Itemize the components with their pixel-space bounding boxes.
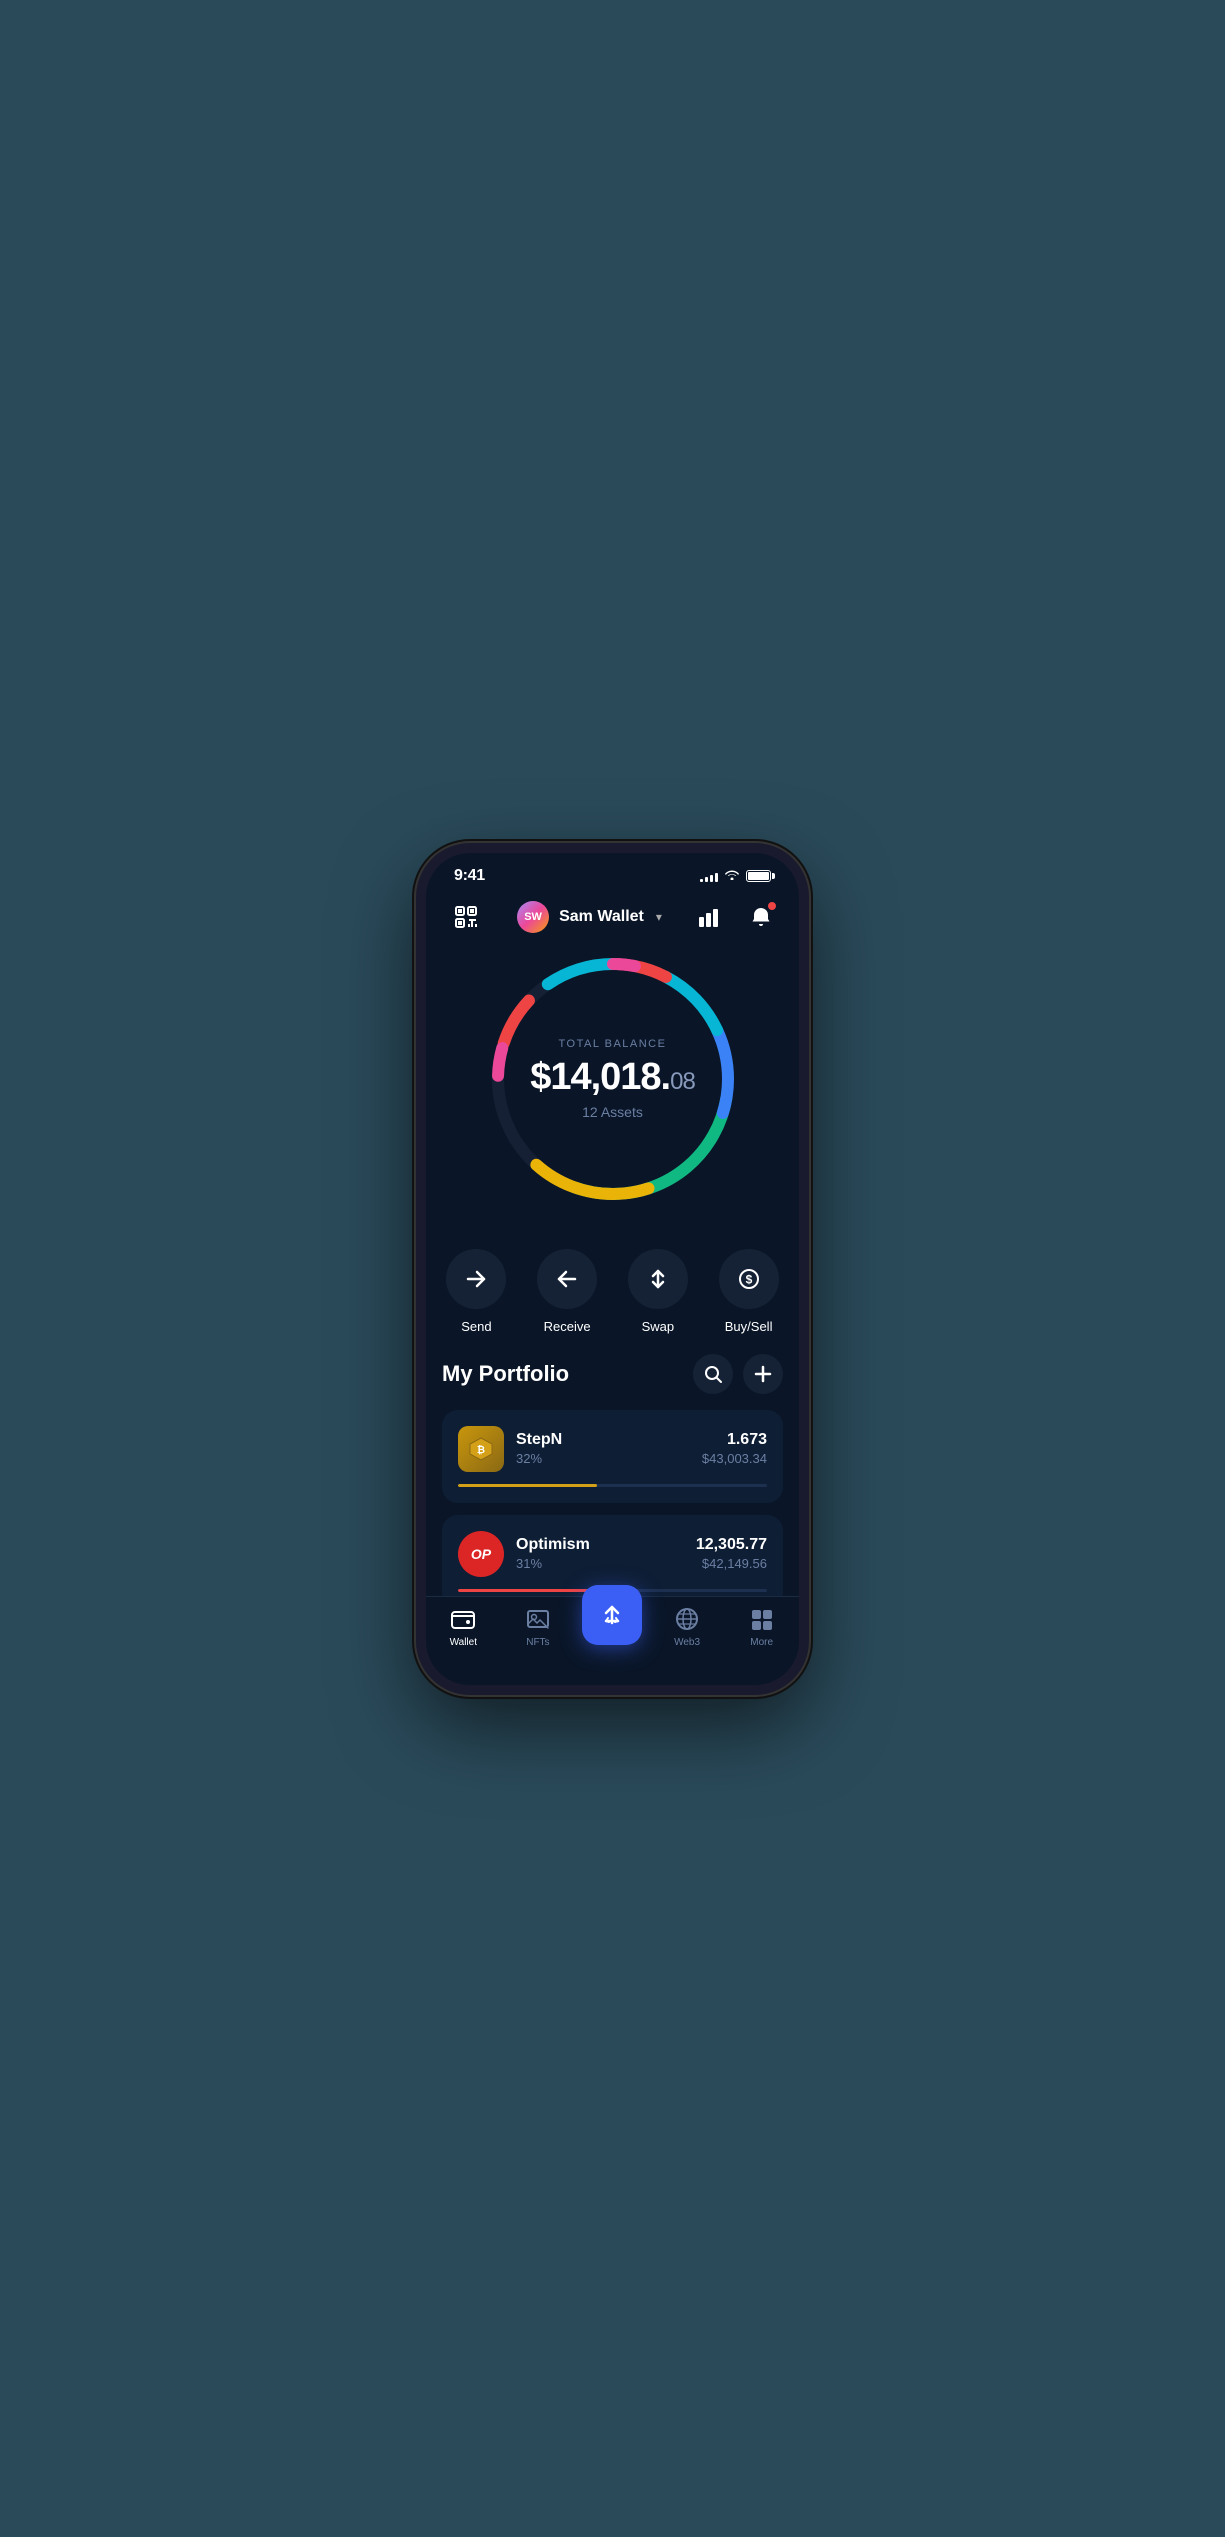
notch <box>553 853 673 887</box>
avatar: SW <box>517 901 549 933</box>
receive-icon <box>537 1249 597 1309</box>
balance-section: TOTAL BALANCE $14,018.08 12 Assets <box>426 949 799 1239</box>
add-asset-button[interactable] <box>743 1354 783 1394</box>
stepn-progress-fill <box>458 1484 597 1487</box>
wallet-nav-label: Wallet <box>450 1637 477 1648</box>
swap-button[interactable]: Swap <box>618 1249 699 1334</box>
nav-center <box>575 1585 650 1645</box>
receive-button[interactable]: Receive <box>527 1249 608 1334</box>
optimism-info: Optimism 31% <box>516 1536 684 1571</box>
status-time: 9:41 <box>454 867 485 885</box>
swap-label: Swap <box>642 1319 675 1334</box>
status-icons <box>700 868 771 883</box>
nfts-nav-label: NFTs <box>526 1637 549 1648</box>
wifi-icon <box>724 868 740 883</box>
nav-nfts[interactable]: NFTs <box>501 1605 576 1648</box>
portfolio-actions <box>693 1354 783 1394</box>
optimism-usd: $42,149.56 <box>696 1556 767 1571</box>
signal-icon <box>700 870 718 882</box>
more-nav-icon <box>748 1605 776 1633</box>
stepn-amount: 1.673 <box>702 1431 767 1449</box>
stepn-percent: 32% <box>516 1451 690 1466</box>
wallet-name: Sam Wallet <box>559 908 644 926</box>
wallet-selector[interactable]: SW Sam Wallet ▾ <box>517 901 662 933</box>
notification-button[interactable] <box>743 899 779 935</box>
web3-nav-label: Web3 <box>674 1637 700 1648</box>
optimism-icon: OP <box>458 1531 504 1577</box>
bottom-navigation: Wallet NFTs <box>426 1596 799 1685</box>
asset-card-stepn[interactable]: ₿ StepN 32% 1.673 $43,003.34 <box>442 1410 783 1503</box>
stepn-progress <box>458 1484 767 1487</box>
action-buttons: Send Receive Swap <box>426 1239 799 1354</box>
balance-label: TOTAL BALANCE <box>513 1038 713 1050</box>
wallet-nav-icon <box>449 1605 477 1633</box>
battery-icon <box>746 870 771 882</box>
chart-button[interactable] <box>693 899 729 935</box>
center-action-button[interactable] <box>582 1585 642 1645</box>
optimism-amount: 12,305.77 <box>696 1536 767 1554</box>
buysell-label: Buy/Sell <box>725 1319 773 1334</box>
asset-card-optimism[interactable]: OP Optimism 31% 12,305.77 $42,149.56 <box>442 1515 783 1596</box>
stepn-value: 1.673 $43,003.34 <box>702 1431 767 1466</box>
svg-text:$: $ <box>745 1272 752 1286</box>
scan-button[interactable] <box>446 897 486 937</box>
optimism-percent: 31% <box>516 1556 684 1571</box>
web3-nav-icon <box>673 1605 701 1633</box>
portfolio-title: My Portfolio <box>442 1361 569 1387</box>
optimism-progress-fill <box>458 1589 591 1592</box>
portfolio-section: My Portfolio <box>426 1354 799 1596</box>
stepn-info: StepN 32% <box>516 1431 690 1466</box>
receive-label: Receive <box>544 1319 591 1334</box>
stepn-icon: ₿ <box>458 1426 504 1472</box>
send-button[interactable]: Send <box>436 1249 517 1334</box>
swap-icon <box>628 1249 688 1309</box>
send-icon <box>446 1249 506 1309</box>
app-header: SW Sam Wallet ▾ <box>426 889 799 949</box>
nav-wallet[interactable]: Wallet <box>426 1605 501 1648</box>
balance-ring: TOTAL BALANCE $14,018.08 12 Assets <box>483 949 743 1209</box>
buysell-button[interactable]: $ Buy/Sell <box>708 1249 789 1334</box>
chevron-down-icon: ▾ <box>656 910 662 924</box>
search-button[interactable] <box>693 1354 733 1394</box>
optimism-name: Optimism <box>516 1536 684 1554</box>
send-label: Send <box>461 1319 491 1334</box>
nav-more[interactable]: More <box>724 1605 799 1648</box>
header-right <box>693 899 779 935</box>
assets-count: 12 Assets <box>513 1104 713 1120</box>
notification-badge <box>767 901 777 911</box>
balance-center: TOTAL BALANCE $14,018.08 12 Assets <box>513 1038 713 1120</box>
stepn-name: StepN <box>516 1431 690 1449</box>
nfts-nav-icon <box>524 1605 552 1633</box>
nav-web3[interactable]: Web3 <box>650 1605 725 1648</box>
optimism-value: 12,305.77 $42,149.56 <box>696 1536 767 1571</box>
svg-text:₿: ₿ <box>477 1444 485 1456</box>
asset-row-stepn: ₿ StepN 32% 1.673 $43,003.34 <box>458 1426 767 1472</box>
asset-row-optimism: OP Optimism 31% 12,305.77 $42,149.56 <box>458 1531 767 1577</box>
more-nav-label: More <box>750 1637 773 1648</box>
stepn-usd: $43,003.34 <box>702 1451 767 1466</box>
portfolio-header: My Portfolio <box>442 1354 783 1394</box>
buysell-icon: $ <box>719 1249 779 1309</box>
balance-amount: $14,018.08 <box>513 1058 713 1096</box>
